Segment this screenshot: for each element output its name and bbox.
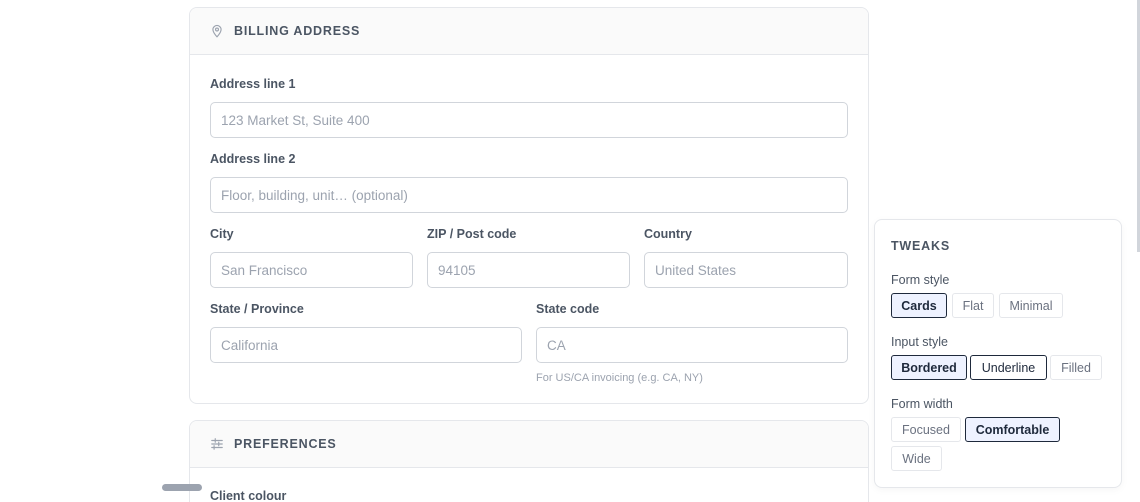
state-input[interactable]: California [210,327,522,363]
state-code-input[interactable]: CA [536,327,848,363]
billing-address-title: BILLING ADDRESS [234,24,361,38]
state-field: State / Province California [210,301,522,363]
country-field: Country United States [644,226,848,288]
address-line-2-label: Address line 2 [210,152,296,166]
address-line-2-input[interactable]: Floor, building, unit… (optional) [210,177,848,213]
city-input[interactable]: San Francisco [210,252,413,288]
form-style-flat-button[interactable]: Flat [952,293,994,318]
address-line-1-label: Address line 1 [210,77,296,91]
tweaks-panel: TWEAKS Form style Cards Flat Minimal Inp… [874,219,1122,488]
preferences-card: PREFERENCES Client colour [189,420,869,502]
input-style-filled-button[interactable]: Filled [1050,355,1102,380]
billing-address-card: BILLING ADDRESS Address line 1 123 Marke… [189,7,869,404]
client-colour-label: Client colour [210,489,287,502]
horizontal-scroll-handle[interactable] [162,484,202,491]
state-code-field: State code CA For US/CA invoicing (e.g. … [536,301,848,384]
zip-input[interactable]: 94105 [427,252,630,288]
input-style-bordered-button[interactable]: Bordered [891,355,967,380]
form-width-comfortable-button[interactable]: Comfortable [965,417,1060,442]
form-width-focused-button[interactable]: Focused [891,417,961,442]
zip-label: ZIP / Post code [427,227,517,241]
form-style-minimal-button[interactable]: Minimal [999,293,1063,318]
address-line-1-input[interactable]: 123 Market St, Suite 400 [210,102,848,138]
preferences-title: PREFERENCES [234,437,337,451]
city-label: City [210,227,234,241]
state-label: State / Province [210,302,304,316]
billing-address-header: BILLING ADDRESS [190,8,868,55]
tweaks-title: TWEAKS [891,239,950,253]
state-code-hint: For US/CA invoicing (e.g. CA, NY) [536,372,703,384]
address-line-1-field: Address line 1 123 Market St, Suite 400 [210,76,848,138]
form-width-wide-button[interactable]: Wide [891,446,942,471]
state-code-label: State code [536,302,600,316]
zip-field: ZIP / Post code 94105 [427,226,630,288]
form-style-label: Form style [891,273,950,287]
country-input[interactable]: United States [644,252,848,288]
country-label: Country [644,227,692,241]
form-width-label: Form width [891,397,953,411]
input-style-label: Input style [891,335,948,349]
input-style-underline-button[interactable]: Underline [970,355,1047,380]
preferences-header: PREFERENCES [190,421,868,468]
city-field: City San Francisco [210,226,413,288]
address-line-2-field: Address line 2 Floor, building, unit… (o… [210,151,848,213]
map-pin-icon [210,24,224,38]
form-style-cards-button[interactable]: Cards [891,293,947,318]
sliders-icon [210,437,224,451]
